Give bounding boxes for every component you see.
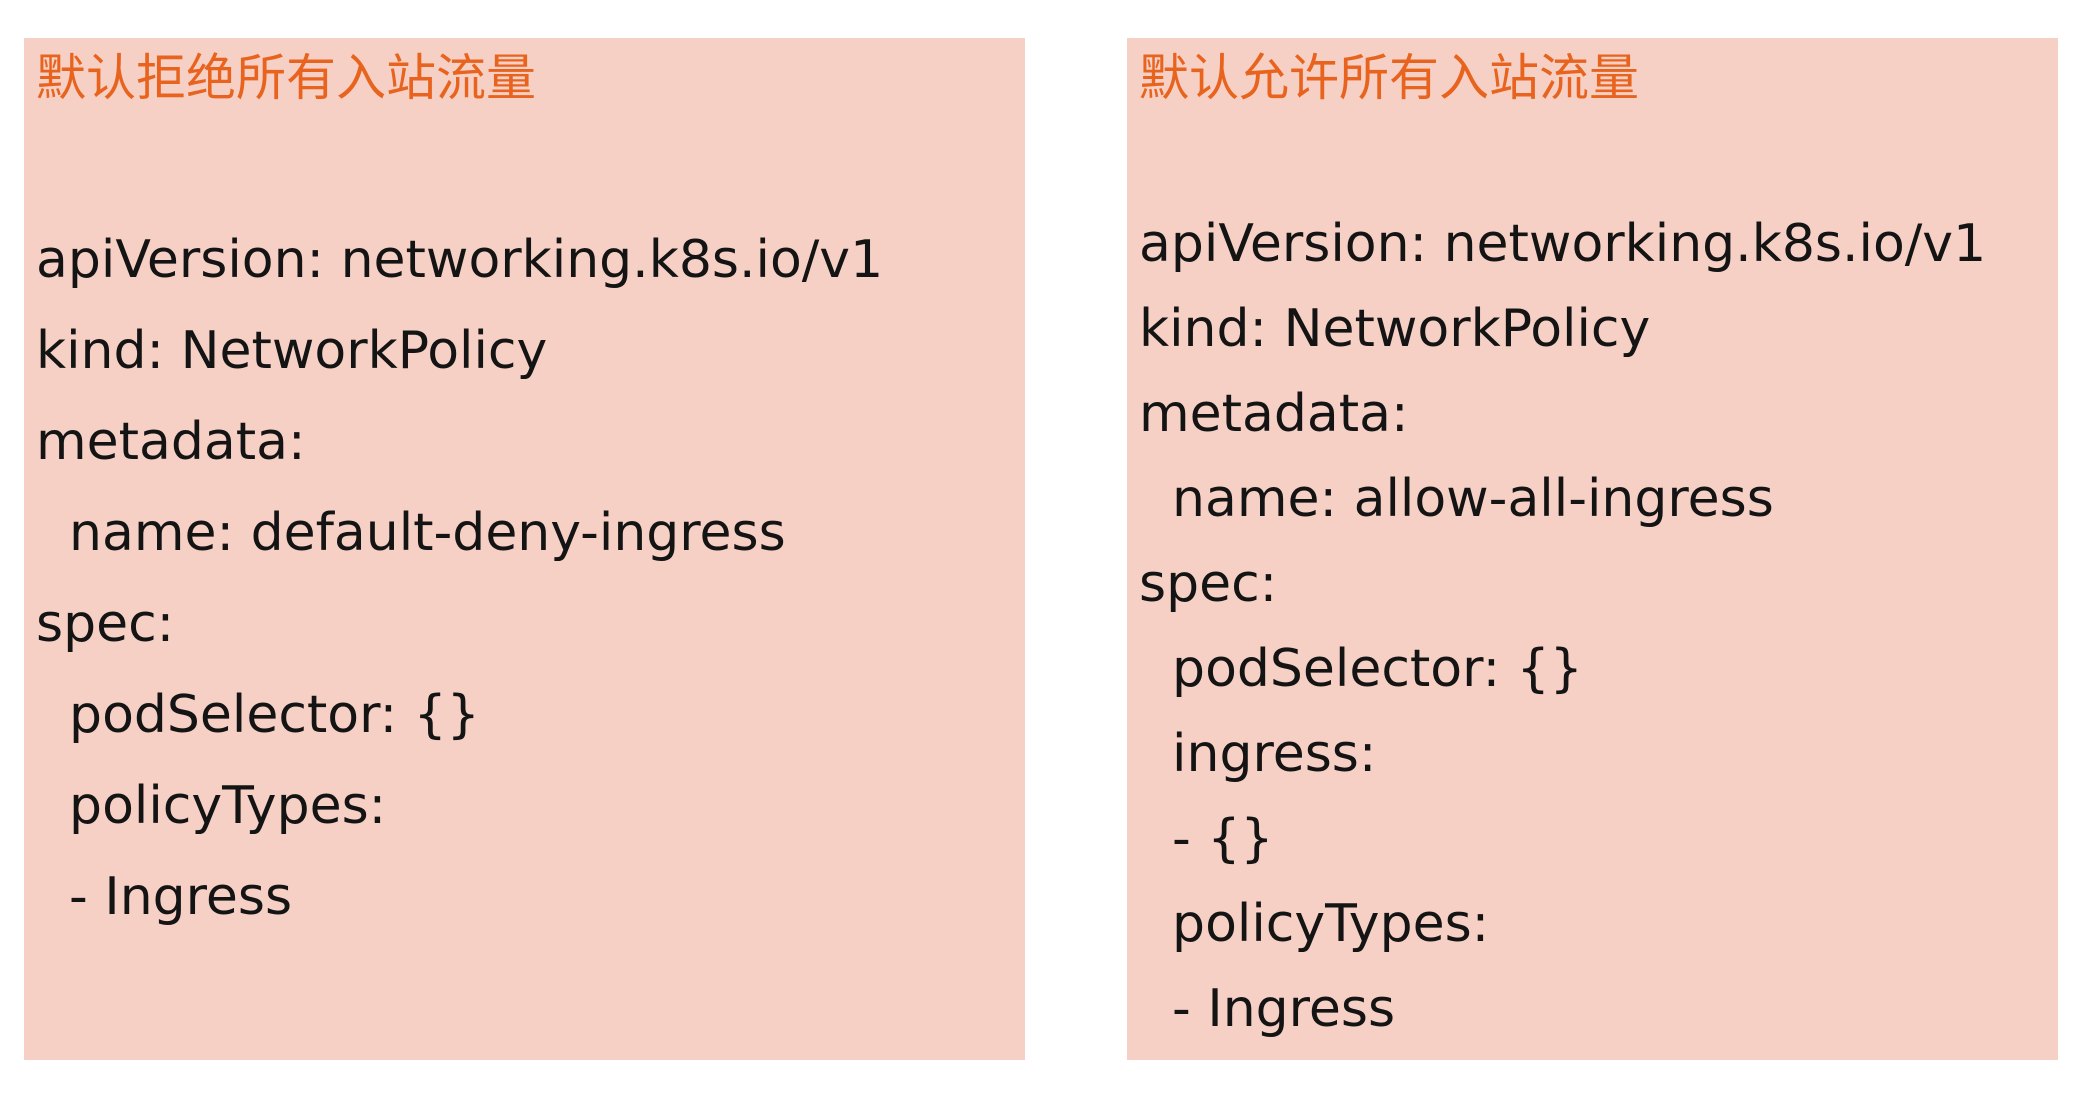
code-line-podselector: podSelector: {} (36, 685, 480, 745)
code-line-apiversion: apiVersion: networking.k8s.io/v1 (36, 230, 884, 290)
code-line-policytypes: policyTypes: (1139, 894, 1490, 954)
code-line-podselector: podSelector: {} (1139, 639, 1583, 699)
code-line-ingress-rule: - {} (1139, 809, 1274, 869)
code-line-kind: kind: NetworkPolicy (36, 321, 548, 381)
code-line-name: name: default-deny-ingress (36, 503, 786, 563)
code-line-kind: kind: NetworkPolicy (1139, 299, 1651, 359)
code-line-ingress: ingress: (1139, 724, 1377, 784)
code-line-metadata: metadata: (1139, 384, 1409, 444)
default-deny-ingress-panel: 默认拒绝所有入站流量 apiVersion: networking.k8s.io… (24, 38, 1025, 1060)
code-line-apiversion: apiVersion: networking.k8s.io/v1 (1139, 214, 1987, 274)
code-line-spec: spec: (1139, 554, 1278, 614)
code-line-metadata: metadata: (36, 412, 306, 472)
allow-all-ingress-panel: 默认允许所有入站流量 apiVersion: networking.k8s.io… (1127, 38, 2058, 1060)
panel-title: 默认拒绝所有入站流量 (36, 49, 536, 107)
code-line-policytype-ingress: - Ingress (36, 867, 293, 927)
code-line-spec: spec: (36, 594, 175, 654)
code-line-name: name: allow-all-ingress (1139, 469, 1774, 529)
panel-title: 默认允许所有入站流量 (1139, 49, 1639, 107)
code-line-policytypes: policyTypes: (36, 776, 387, 836)
code-line-policytype-ingress: - Ingress (1139, 979, 1396, 1039)
